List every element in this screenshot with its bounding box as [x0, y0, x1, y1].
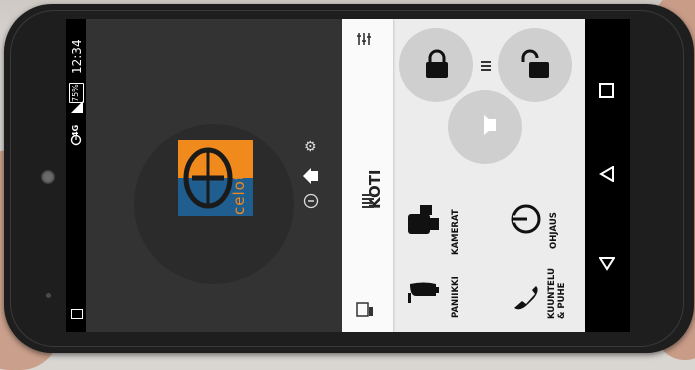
app-toolbar: KOTI — [342, 19, 393, 332]
logo-wordmark: celotron — [230, 145, 248, 215]
tile-label-kuuntelu: KUUNTELU & PUHE — [547, 268, 567, 319]
signal-icon — [71, 101, 83, 113]
info-icon[interactable] — [303, 193, 319, 209]
night-home-icon — [468, 113, 496, 142]
recents-button[interactable] — [599, 83, 614, 98]
menu-icon[interactable] — [361, 194, 375, 210]
bell-icon[interactable] — [406, 281, 440, 311]
back-button[interactable] — [599, 255, 615, 271]
arrows-icon — [481, 61, 491, 71]
proximity-sensor — [46, 293, 51, 298]
phone-screen: 12:34 75% 4G celotron ⚙ KOTI KAMERAT OHJ… — [66, 19, 585, 332]
tile-label-kamerat: KAMERAT — [451, 209, 461, 255]
unlock-icon — [521, 49, 549, 78]
tile-label-ohjaus: OHJAUS — [549, 212, 559, 249]
side-drawer: celotron ⚙ — [86, 19, 342, 332]
navigation-bar — [585, 19, 630, 332]
gear-icon[interactable]: ⚙ — [304, 139, 317, 155]
camera-icon[interactable] — [406, 204, 440, 236]
status-time: 12:34 — [70, 39, 84, 74]
front-camera — [41, 170, 55, 184]
tile-label-paniikki: PANIIKKI — [451, 276, 461, 318]
device-icon[interactable] — [356, 302, 374, 318]
settings-sliders-icon[interactable] — [357, 29, 375, 47]
status-bar: 12:34 75% 4G — [66, 19, 86, 332]
lock-icon — [426, 49, 448, 78]
screenshot-icon — [71, 309, 83, 319]
phone-icon[interactable] — [510, 282, 542, 314]
home-icon[interactable] — [302, 167, 320, 185]
power-icon[interactable] — [509, 202, 543, 236]
home-button[interactable] — [599, 166, 615, 182]
main-panel: KOTI KAMERAT OHJAUS PANIIKKI KUUNTELU & … — [342, 19, 585, 332]
alarm-icon — [70, 134, 82, 146]
